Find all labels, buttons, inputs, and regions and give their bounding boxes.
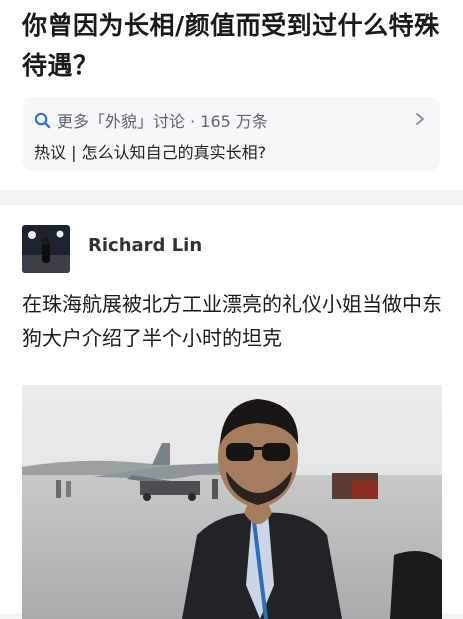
question-title[interactable]: 你曾因为长相/颜值而受到过什么特殊待遇？ bbox=[22, 6, 447, 86]
answer-photo[interactable] bbox=[22, 385, 442, 619]
question-card: 你曾因为长相/颜值而受到过什么特殊待遇？ 更多「外貌」讨论 · 165 万条 热… bbox=[0, 0, 463, 190]
hot-topic-link[interactable]: 热议 | 怎么认知自己的真实长相? bbox=[34, 139, 266, 163]
topic-discussion-label: 更多「外貌」讨论 · 165 万条 bbox=[57, 112, 268, 131]
answer-card: Richard Lin 在珠海航展被北方工业漂亮的礼仪小姐当做中东狗大户介绍了半… bbox=[0, 205, 463, 619]
search-icon bbox=[34, 112, 51, 128]
chevron-right-icon[interactable] bbox=[414, 110, 426, 128]
topic-discussion-box[interactable]: 更多「外貌」讨论 · 165 万条 热议 | 怎么认知自己的真实长相? bbox=[22, 97, 440, 171]
answer-text[interactable]: 在珠海航展被北方工业漂亮的礼仪小姐当做中东狗大户介绍了半个小时的坦克 bbox=[22, 287, 442, 355]
author-name[interactable]: Richard Lin bbox=[88, 235, 202, 256]
topic-discussion-row[interactable]: 更多「外貌」讨论 · 165 万条 bbox=[34, 107, 428, 133]
author-avatar[interactable] bbox=[22, 225, 70, 273]
